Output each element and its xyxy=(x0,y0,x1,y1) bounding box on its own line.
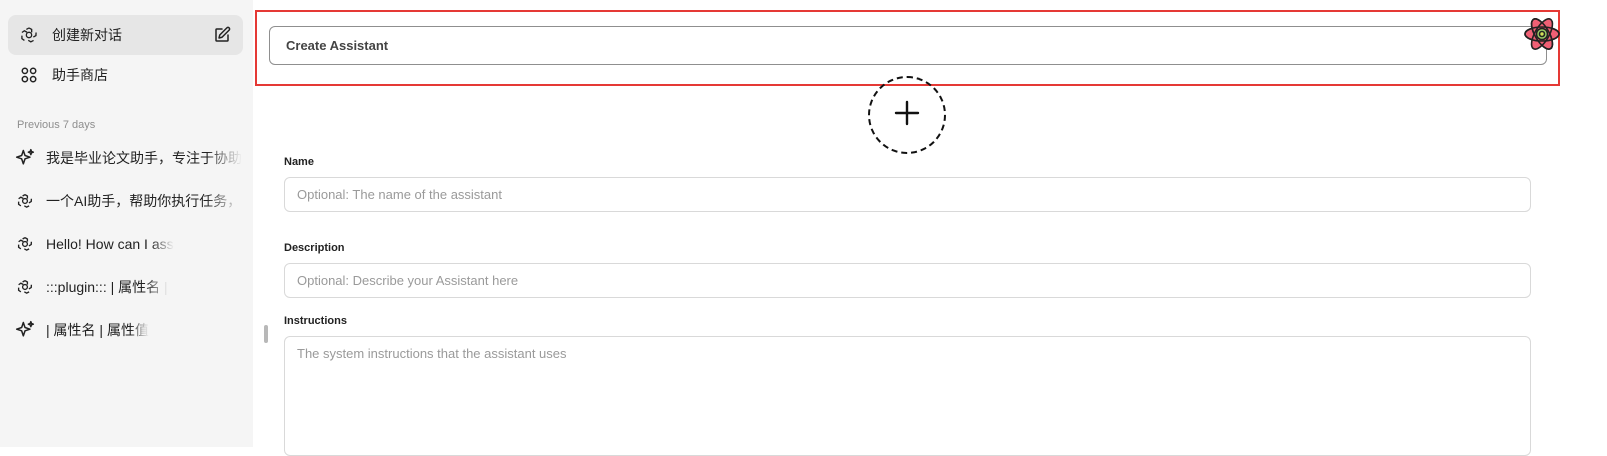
assistant-select[interactable]: Create Assistant xyxy=(269,26,1547,65)
assistant-store-button[interactable]: 助手商店 xyxy=(8,55,243,95)
openai-icon xyxy=(18,24,40,46)
sidebar: 创建新对话 助手商店 Previous 7 days 我是毕业论文助手，专注于协… xyxy=(0,0,253,447)
edit-icon[interactable] xyxy=(213,26,231,44)
name-input[interactable] xyxy=(284,177,1531,212)
chat-item-label: 一个AI助手，帮助你执行任务， xyxy=(46,193,242,209)
chat-item-label: :::plugin::: | 属性名 | xyxy=(46,279,168,295)
new-chat-label: 创建新对话 xyxy=(52,27,122,43)
chat-item[interactable]: 一个AI助手，帮助你执行任务， xyxy=(14,183,244,219)
assistant-select-value: Create Assistant xyxy=(286,38,389,53)
assistant-store-label: 助手商店 xyxy=(52,67,108,83)
section-title: Previous 7 days xyxy=(17,119,96,131)
chat-item-label: | 属性名 | 属性值 xyxy=(46,322,149,338)
sparkle-icon xyxy=(14,147,36,169)
chat-item-label: 我是毕业论文助手，专注于协助 xyxy=(46,150,242,166)
chat-item[interactable]: :::plugin::: | 属性名 | xyxy=(14,269,244,305)
description-label: Description xyxy=(284,242,345,254)
chat-item-label: Hello! How can I ass xyxy=(46,236,174,252)
chat-item[interactable]: 我是毕业论文助手，专注于协助 xyxy=(14,140,244,176)
instructions-textarea[interactable] xyxy=(284,336,1531,456)
plus-icon xyxy=(893,99,921,132)
sidebar-resize-handle[interactable] xyxy=(264,325,268,343)
openai-icon xyxy=(14,276,36,298)
sparkle-icon xyxy=(14,319,36,341)
chat-item[interactable]: | 属性名 | 属性值 xyxy=(14,312,244,348)
grid-icon xyxy=(18,64,40,86)
description-input[interactable] xyxy=(284,263,1531,298)
chat-item[interactable]: Hello! How can I ass xyxy=(14,226,244,262)
name-label: Name xyxy=(284,156,314,168)
new-chat-button[interactable]: 创建新对话 xyxy=(8,15,243,55)
openai-icon xyxy=(14,190,36,212)
openai-icon xyxy=(14,233,36,255)
avatar-upload-button[interactable] xyxy=(868,76,946,154)
react-logo-icon xyxy=(1521,14,1563,54)
instructions-label: Instructions xyxy=(284,315,347,327)
